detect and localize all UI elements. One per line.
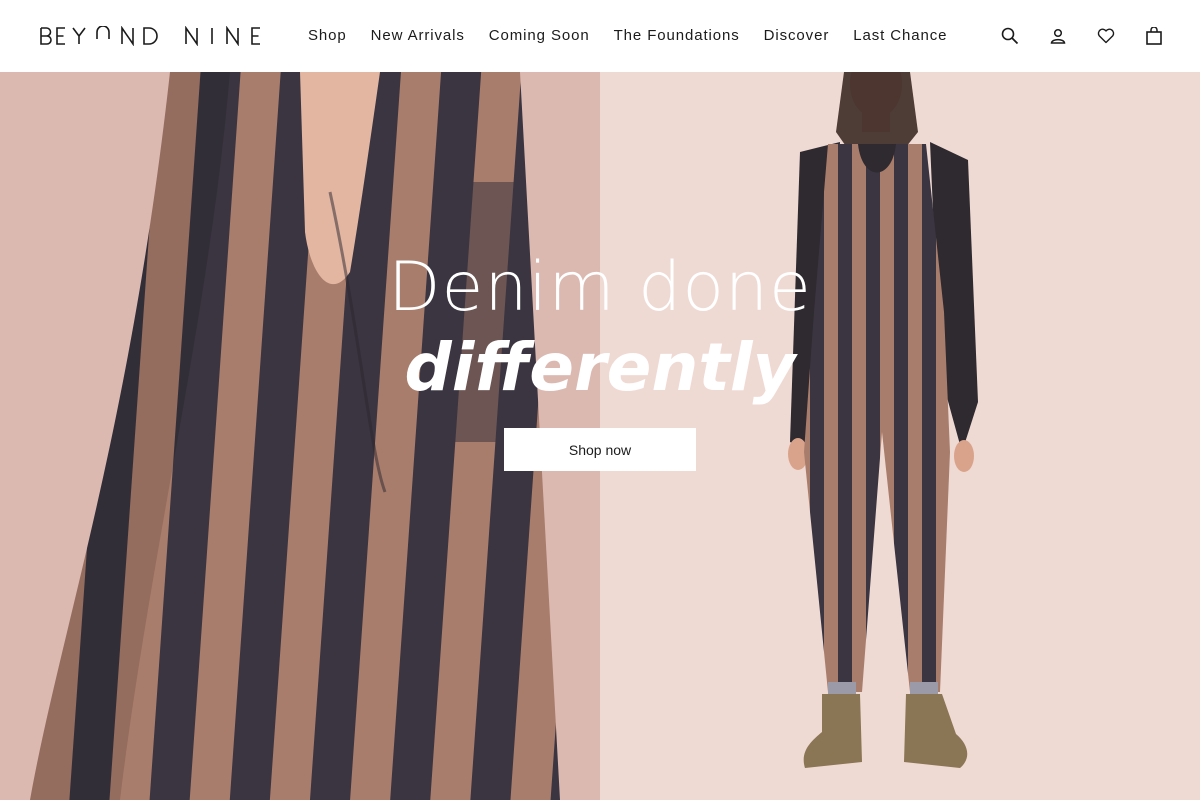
hero-headline-line2: differently xyxy=(404,329,796,406)
shop-now-button[interactable]: Shop now xyxy=(504,428,696,471)
nav-item-the-foundations[interactable]: The Foundations xyxy=(614,26,740,46)
main-nav: Shop New Arrivals Coming Soon The Founda… xyxy=(308,26,971,46)
brand-logo-wordmark xyxy=(40,25,260,47)
nav-item-coming-soon[interactable]: Coming Soon xyxy=(489,26,590,46)
search-icon[interactable] xyxy=(1000,24,1020,48)
nav-item-discover[interactable]: Discover xyxy=(764,26,830,46)
header-actions xyxy=(1000,24,1164,48)
shopping-bag-icon[interactable] xyxy=(1144,24,1164,48)
nav-item-last-chance[interactable]: Last Chance xyxy=(853,26,947,46)
brand-logo[interactable] xyxy=(40,25,262,47)
hero-headline-line1: Denim done xyxy=(388,248,812,327)
wishlist-heart-icon[interactable] xyxy=(1096,24,1116,48)
nav-item-shop[interactable]: Shop xyxy=(308,26,347,46)
nav-item-new-arrivals[interactable]: New Arrivals xyxy=(371,26,465,46)
site-header: Shop New Arrivals Coming Soon The Founda… xyxy=(0,0,1200,72)
account-icon[interactable] xyxy=(1048,24,1068,48)
